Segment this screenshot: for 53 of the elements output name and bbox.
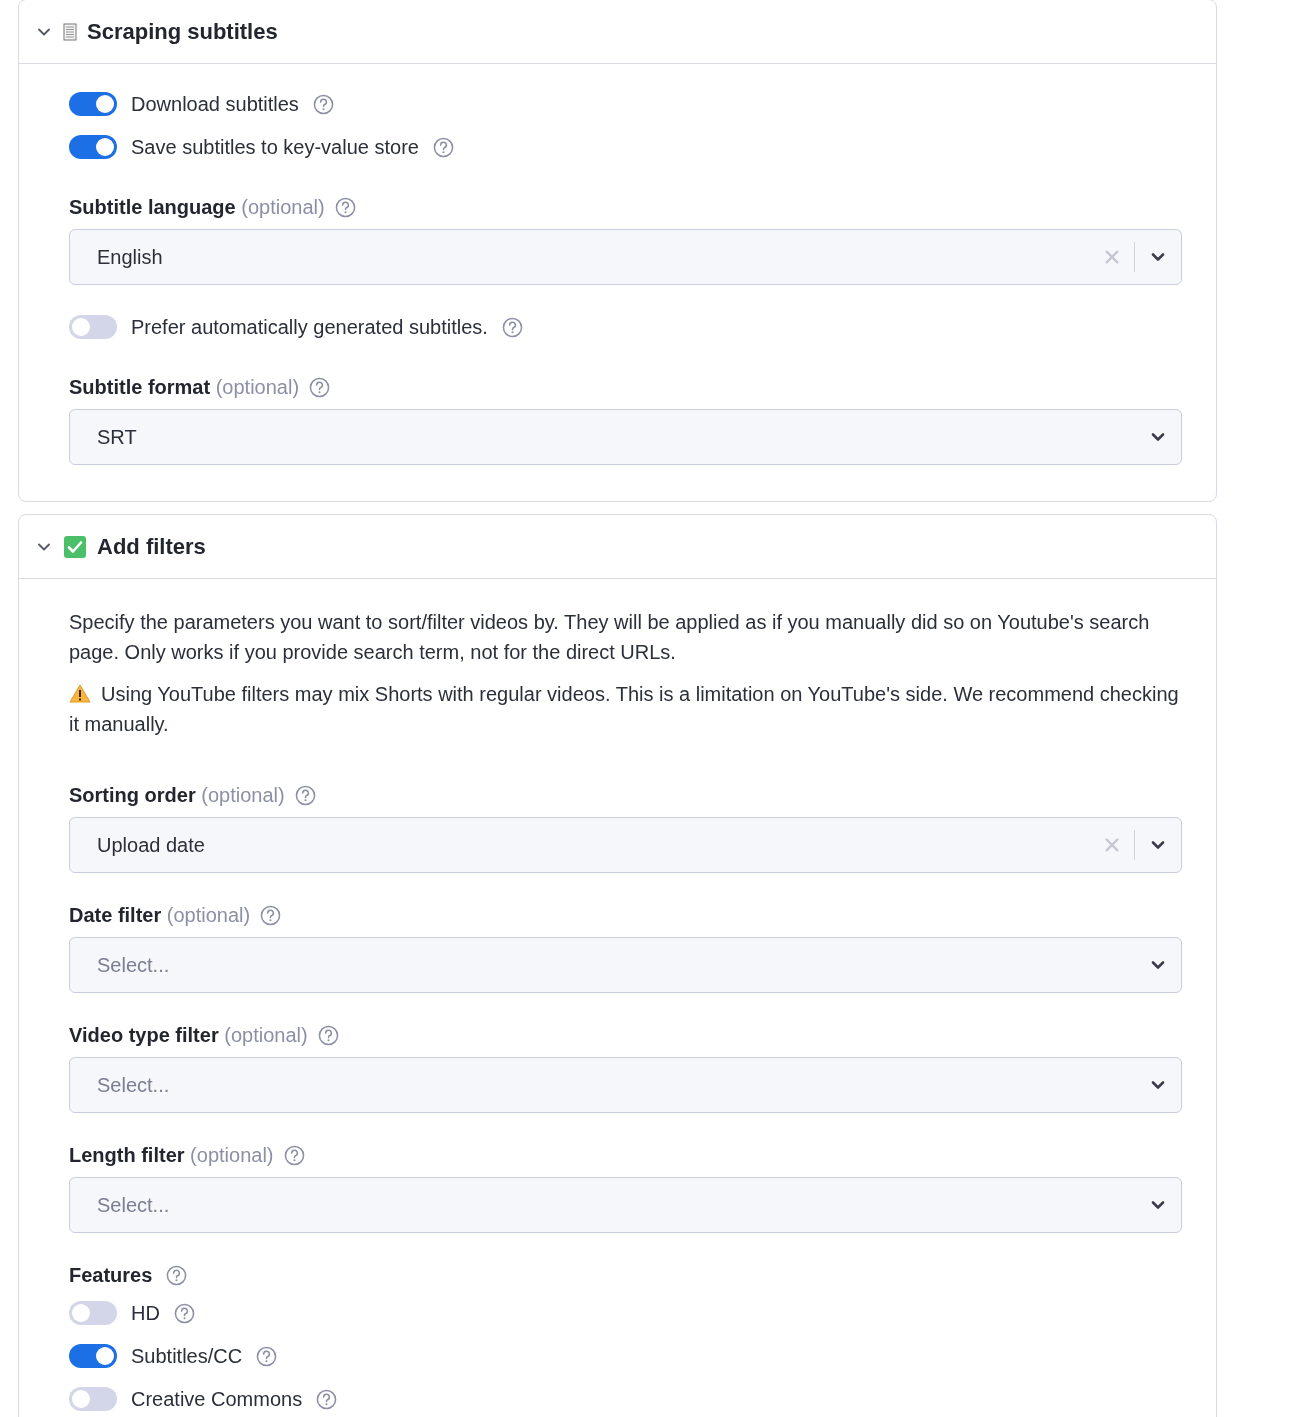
- field-label: Subtitle language (optional): [69, 195, 325, 219]
- warning-icon: [69, 684, 91, 703]
- select-placeholder: Select...: [97, 953, 171, 977]
- field-label: Length filter (optional): [69, 1143, 274, 1167]
- toggle-label: HD: [131, 1301, 160, 1325]
- select-field[interactable]: Select...: [69, 937, 1182, 993]
- clear-icon[interactable]: [1104, 249, 1120, 265]
- help-icon[interactable]: [309, 376, 331, 398]
- toggle-switch[interactable]: [69, 135, 117, 159]
- help-icon[interactable]: [312, 93, 334, 115]
- select-field[interactable]: Select...: [69, 1057, 1182, 1113]
- help-icon[interactable]: [294, 784, 316, 806]
- help-icon[interactable]: [260, 904, 282, 926]
- clear-icon[interactable]: [1104, 837, 1120, 853]
- toggle-switch[interactable]: [69, 315, 117, 339]
- select-field[interactable]: SRT: [69, 409, 1182, 465]
- toggle-switch[interactable]: [69, 1344, 117, 1368]
- select-value: English: [97, 245, 164, 269]
- toggle-label: Creative Commons: [131, 1387, 303, 1411]
- select-value: SRT: [97, 425, 138, 449]
- field-label: Date filter (optional): [69, 903, 251, 927]
- description-text: Specify the parameters you want to sort/filter videos by. They will be applied as if you manually did so on Youtube's search page. Only works if you provide search term, not for the direct URLs.: [69, 610, 1151, 665]
- help-icon[interactable]: [432, 136, 454, 158]
- toggle-label: Download subtitles: [131, 92, 299, 116]
- field-label: Features: [69, 1263, 153, 1287]
- field-label: Sorting order (optional): [69, 783, 285, 807]
- section-title[interactable]: Scraping subtitles: [87, 18, 278, 45]
- toggle-label: Subtitles/CC: [131, 1344, 243, 1368]
- warning-text: Using YouTube filters may mix Shorts with regular videos. This is a limitation on YouTube's side. We recommend checking it manually.: [69, 683, 1179, 735]
- select-value: Upload date: [97, 833, 206, 857]
- select-field[interactable]: Upload date: [69, 817, 1182, 873]
- select-field[interactable]: English: [69, 229, 1182, 285]
- help-icon[interactable]: [317, 1024, 339, 1046]
- toggle-label: Prefer automatically generated subtitles.: [131, 315, 488, 339]
- help-icon[interactable]: [334, 196, 356, 218]
- help-icon[interactable]: [166, 1264, 188, 1286]
- toggle-label: Save subtitles to key-value store: [131, 135, 419, 159]
- toggle-switch[interactable]: [69, 1301, 117, 1325]
- help-icon[interactable]: [283, 1144, 305, 1166]
- select-placeholder: Select...: [97, 1193, 171, 1217]
- checkmark-icon: [63, 534, 87, 559]
- select-field[interactable]: Select...: [69, 1177, 1182, 1233]
- toggle-switch[interactable]: [69, 1387, 117, 1411]
- field-label: Subtitle format (optional): [69, 375, 300, 399]
- help-icon[interactable]: [316, 1388, 338, 1410]
- select-placeholder: Select...: [97, 1073, 171, 1097]
- page-icon: [63, 22, 77, 41]
- field-label: Video type filter (optional): [69, 1023, 308, 1047]
- help-icon[interactable]: [501, 316, 523, 338]
- help-icon[interactable]: [256, 1345, 278, 1367]
- help-icon[interactable]: [173, 1302, 195, 1324]
- section-title[interactable]: Add filters: [97, 533, 206, 560]
- toggle-switch[interactable]: [69, 92, 117, 116]
